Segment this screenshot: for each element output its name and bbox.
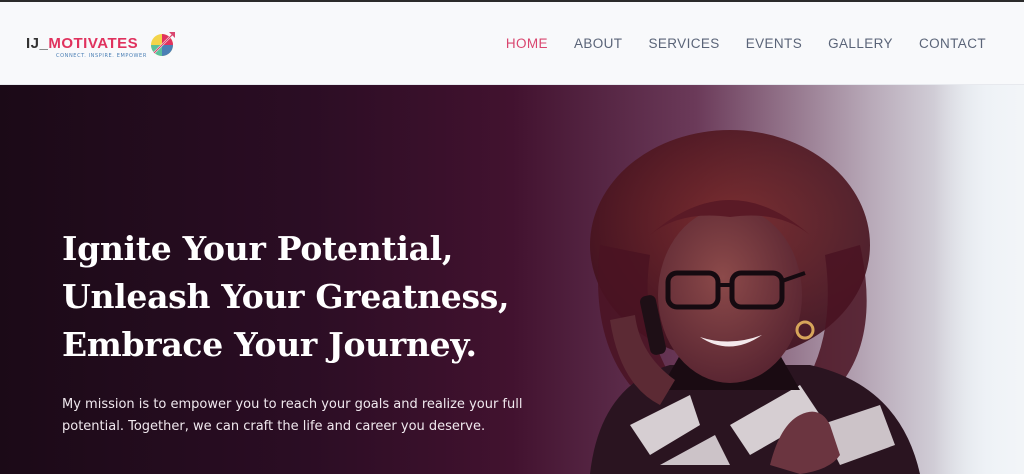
brand-tagline: CONNECT. INSPIRE. EMPOWER xyxy=(56,53,147,59)
hero-window-light xyxy=(934,85,1024,474)
logo-mark-icon xyxy=(151,32,175,56)
brand-prefix: IJ_ xyxy=(26,35,49,52)
hero-title-line-1: Ignite Your Potential, xyxy=(62,229,454,268)
nav-home[interactable]: HOME xyxy=(506,36,548,51)
brand-main: MOTIVATES xyxy=(48,35,139,52)
hero-description: My mission is to empower you to reach yo… xyxy=(62,397,523,434)
site-header: IJ_MOTIVATES CONNECT. INSPIRE. EMPOWER H… xyxy=(0,2,1024,85)
hero-title-line-3: Embrace Your Journey. xyxy=(62,325,477,364)
nav-contact[interactable]: CONTACT xyxy=(919,36,986,51)
nav-gallery[interactable]: GALLERY xyxy=(828,36,893,51)
nav-services[interactable]: SERVICES xyxy=(648,36,719,51)
nav-about[interactable]: ABOUT xyxy=(574,36,623,51)
nav-events[interactable]: EVENTS xyxy=(746,36,802,51)
brand-logo[interactable]: IJ_MOTIVATES CONNECT. INSPIRE. EMPOWER xyxy=(26,29,178,63)
hero-title: Ignite Your Potential, Unleash Your Grea… xyxy=(62,225,582,369)
main-nav: HOME ABOUT SERVICES EVENTS GALLERY CONTA… xyxy=(506,36,986,51)
hero-title-line-2: Unleash Your Greatness, xyxy=(62,277,510,316)
brand-name: IJ_MOTIVATES xyxy=(26,35,138,52)
hero-section: Ignite Your Potential, Unleash Your Grea… xyxy=(0,85,1024,474)
